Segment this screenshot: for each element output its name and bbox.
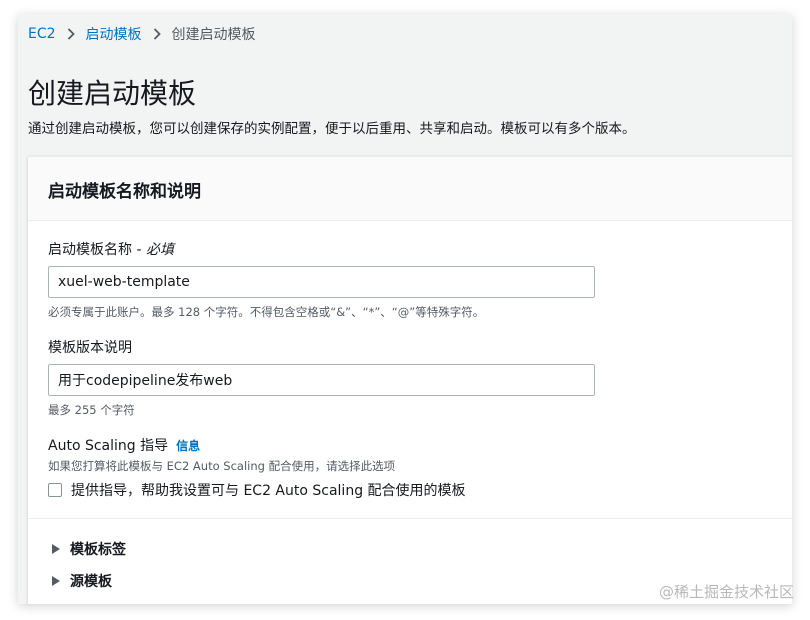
autoscaling-label: Auto Scaling 指导 bbox=[48, 438, 169, 454]
autoscaling-guidance-field: Auto Scaling 指导 信息 如果您打算将此模板与 EC2 Auto Sc… bbox=[48, 435, 466, 500]
autoscaling-checkbox[interactable] bbox=[48, 483, 62, 497]
version-description-hint: 最多 255 个字符 bbox=[48, 403, 135, 417]
divider bbox=[28, 518, 792, 519]
breadcrumb: EC2 启动模板 创建启动模板 bbox=[28, 24, 256, 44]
expander-source-template-label: 源模板 bbox=[70, 574, 112, 590]
panel-header: 启动模板名称和说明 bbox=[28, 157, 792, 221]
caret-right-icon bbox=[52, 576, 60, 586]
watermark: @稀土掘金技术社区 bbox=[658, 583, 794, 601]
caret-right-icon bbox=[52, 544, 60, 554]
expander-source-template[interactable]: 源模板 bbox=[52, 571, 112, 591]
autoscaling-checkbox-label[interactable]: 提供指导，帮助我设置可与 EC2 Auto Scaling 配合使用的模板 bbox=[71, 480, 466, 500]
breadcrumb-launch-templates-link[interactable]: 启动模板 bbox=[86, 24, 142, 44]
panel-title: 启动模板名称和说明 bbox=[48, 182, 201, 202]
template-name-panel: 启动模板名称和说明 启动模板名称 - 必填 必须专属于此账户。最多 128 个字… bbox=[28, 156, 792, 604]
version-description-input[interactable] bbox=[48, 364, 595, 396]
template-name-input[interactable] bbox=[48, 266, 595, 298]
template-name-field: 启动模板名称 - 必填 必须专属于此账户。最多 128 个字符。不得包含空格或“… bbox=[48, 239, 595, 320]
expander-template-tags[interactable]: 模板标签 bbox=[52, 539, 126, 559]
breadcrumb-ec2-link[interactable]: EC2 bbox=[28, 26, 56, 42]
version-description-field: 模板版本说明 最多 255 个字符 bbox=[48, 337, 595, 418]
expander-template-tags-label: 模板标签 bbox=[70, 542, 126, 558]
template-name-hint: 必须专属于此账户。最多 128 个字符。不得包含空格或“&”、“*”、“@”等特… bbox=[48, 305, 485, 319]
template-name-label-text: 启动模板名称 - bbox=[48, 242, 146, 258]
version-description-label: 模板版本说明 bbox=[48, 340, 132, 356]
page-description: 通过创建启动模板，您可以创建保存的实例配置，便于以后重用、共享和启动。模板可以有… bbox=[28, 121, 636, 137]
chevron-right-icon bbox=[67, 28, 75, 40]
chevron-right-icon bbox=[153, 28, 161, 40]
page-title: 创建启动模板 bbox=[28, 77, 197, 110]
breadcrumb-current: 创建启动模板 bbox=[171, 27, 256, 43]
info-link[interactable]: 信息 bbox=[176, 439, 200, 453]
autoscaling-checkbox-row[interactable]: 提供指导，帮助我设置可与 EC2 Auto Scaling 配合使用的模板 bbox=[48, 480, 466, 500]
required-marker: 必填 bbox=[145, 242, 174, 258]
autoscaling-label-row: Auto Scaling 指导 信息 bbox=[48, 435, 466, 455]
template-name-label: 启动模板名称 - 必填 bbox=[48, 239, 595, 259]
autoscaling-hint: 如果您打算将此模板与 EC2 Auto Scaling 配合使用，请选择此选项 bbox=[48, 459, 396, 473]
console-window: EC2 启动模板 创建启动模板 创建启动模板 通过创建启动模板，您可以创建保存的… bbox=[18, 14, 792, 604]
